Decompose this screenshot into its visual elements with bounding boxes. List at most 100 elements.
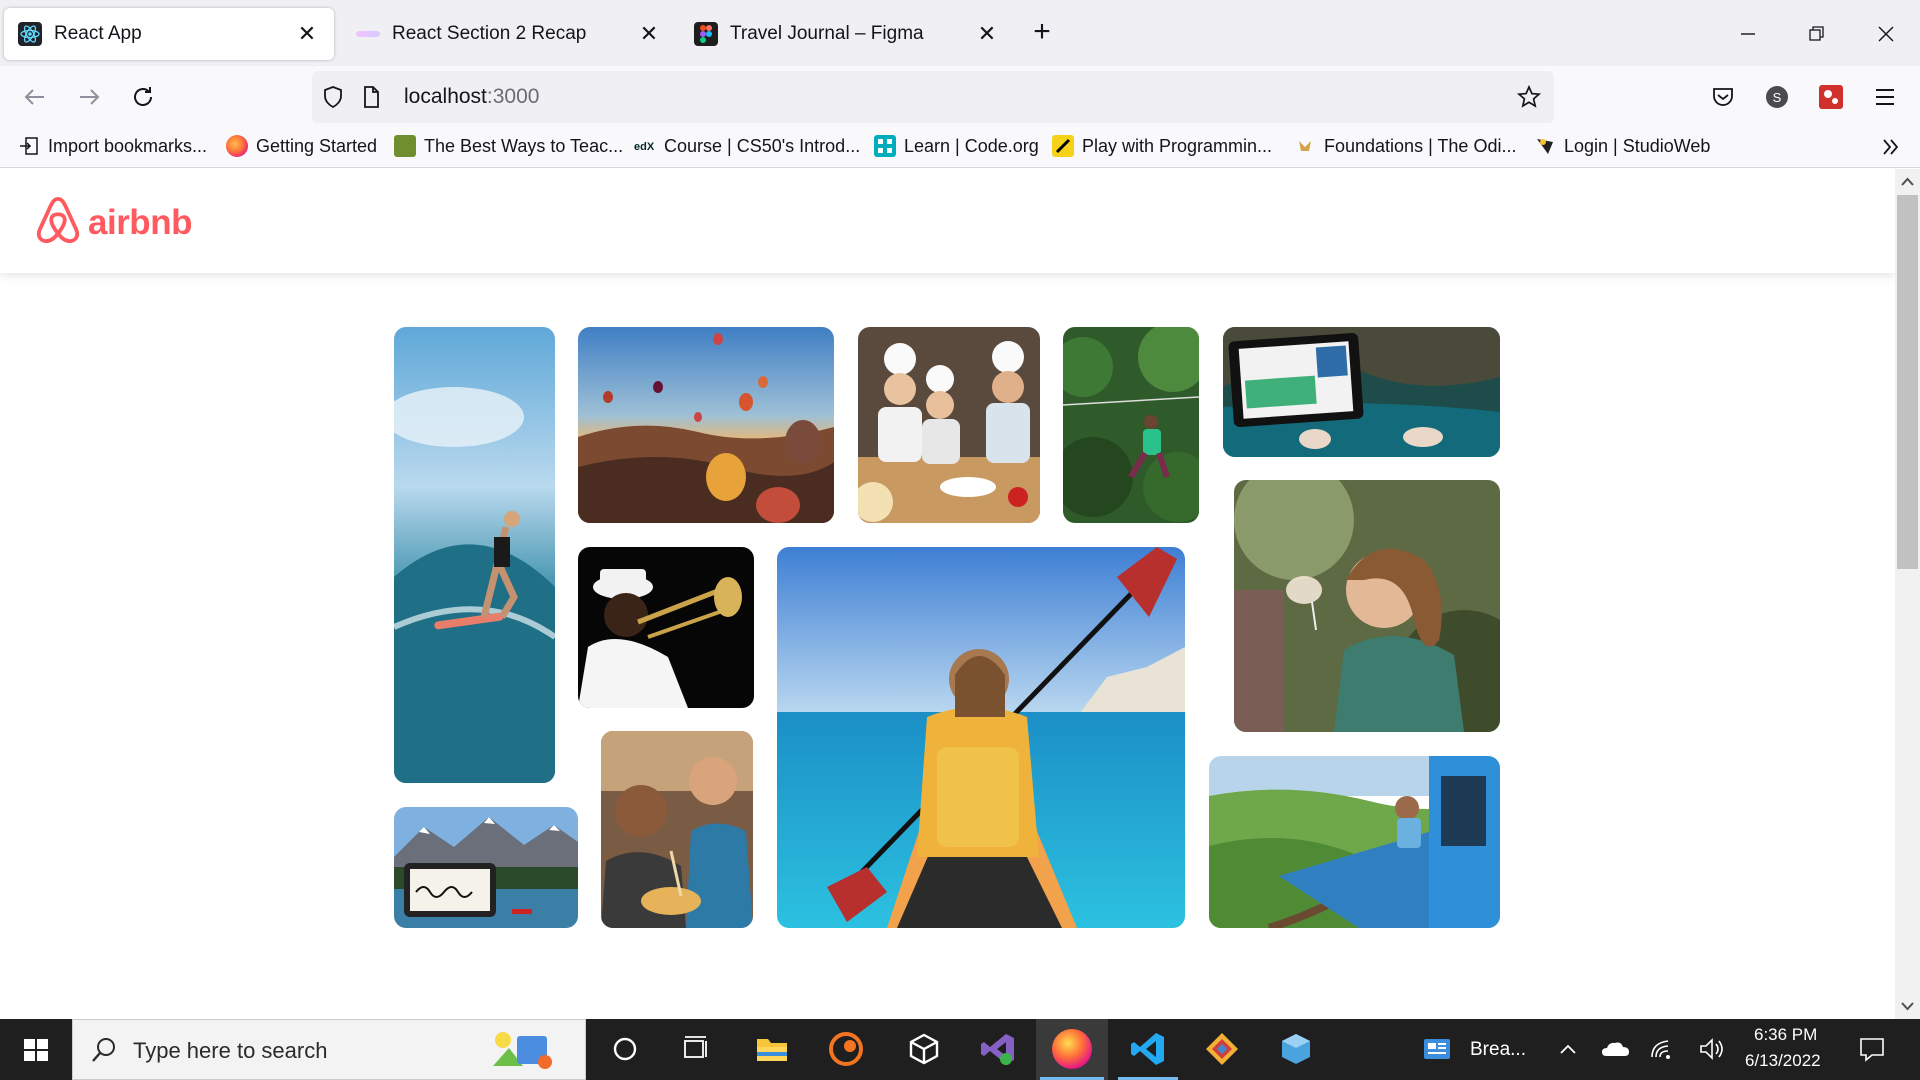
scrimba-icon — [356, 31, 380, 37]
page-scrollbar[interactable] — [1895, 169, 1920, 1019]
photo-hot-air-balloons — [578, 327, 834, 523]
svg-text:S: S — [1773, 90, 1782, 105]
unity-icon[interactable] — [904, 1029, 944, 1069]
photo-mountain-lake-signature — [394, 807, 578, 928]
bookmark-studioweb[interactable]: Login | StudioWeb — [1534, 135, 1710, 157]
photo-surfer — [394, 327, 555, 783]
brand-name: airbnb — [88, 202, 192, 242]
news-widget-icon[interactable] — [1422, 1029, 1452, 1069]
menu-icon[interactable] — [1866, 78, 1904, 116]
bookmark-label: Getting Started — [256, 135, 378, 156]
search-icon — [89, 1035, 119, 1070]
bookmark-best-ways[interactable]: The Best Ways to Teac... — [394, 135, 623, 157]
minimize-button[interactable] — [1728, 14, 1768, 54]
task-view-icon[interactable] — [676, 1029, 716, 1069]
bookmark-label: Course | CS50's Introd... — [664, 135, 861, 156]
forward-icon[interactable] — [70, 78, 108, 116]
taskbar-search-box[interactable]: Type here to search — [72, 1019, 586, 1080]
account-avatar-icon[interactable]: S — [1758, 78, 1796, 116]
page-viewport: airbnb — [0, 169, 1895, 1019]
photo-train-through-hills — [1209, 756, 1500, 928]
search-placeholder: Type here to search — [133, 1038, 328, 1063]
close-icon[interactable]: ✕ — [294, 21, 320, 47]
bookmark-label: Import bookmarks... — [48, 135, 208, 156]
react-icon — [18, 22, 42, 46]
bookmark-label: Learn | Code.org — [904, 135, 1039, 156]
tab-figma[interactable]: Travel Journal – Figma ✕ — [680, 8, 1014, 60]
scroll-thumb[interactable] — [1897, 195, 1918, 569]
navigation-toolbar: localhost:3000 S — [0, 66, 1920, 128]
photo-musician-trombone — [578, 547, 754, 708]
tab-react-section-recap[interactable]: React Section 2 Recap ✕ — [342, 8, 676, 60]
news-widget-label[interactable]: Brea... — [1470, 1039, 1526, 1061]
bookmark-label: Play with Programmin... — [1082, 135, 1273, 156]
photo-friends-eating-noodles — [601, 731, 753, 928]
bookmark-label: Foundations | The Odi... — [1324, 135, 1517, 156]
tab-bar: React App ✕ React Section 2 Recap ✕ Trav… — [0, 0, 1920, 66]
windows-start-icon[interactable] — [0, 1019, 72, 1080]
close-icon[interactable]: ✕ — [974, 21, 1000, 47]
photo-kayak — [777, 547, 1185, 928]
crunchyroll-icon[interactable] — [826, 1029, 866, 1069]
visual-studio-icon[interactable] — [978, 1029, 1018, 1069]
firefox-taskbar-icon[interactable] — [1052, 1029, 1092, 1069]
new-tab-button[interactable]: + — [1024, 15, 1060, 51]
notification-center-icon[interactable] — [1852, 1029, 1892, 1069]
airbnb-belo-icon — [34, 195, 82, 250]
windows-taskbar: Type here to search Brea... 6:36 PM 6/13… — [0, 1019, 1920, 1080]
bookmark-odin[interactable]: Foundations | The Odi... — [1294, 135, 1516, 157]
airbnb-logo[interactable]: airbnb — [34, 195, 192, 250]
app-navbar: airbnb — [0, 169, 1895, 273]
reload-icon[interactable] — [124, 78, 162, 116]
bookmark-play-programming[interactable]: Play with Programmin... — [1052, 135, 1272, 157]
clock-time[interactable]: 6:36 PM — [1754, 1025, 1817, 1045]
tab-title: React Section 2 Recap — [392, 23, 587, 44]
import-icon — [18, 135, 40, 157]
pencil-icon — [1052, 135, 1074, 157]
codeorg-icon — [874, 135, 896, 157]
pocket-icon[interactable] — [1704, 78, 1742, 116]
bookmark-codeorg[interactable]: Learn | Code.org — [874, 135, 1039, 157]
bookmarks-toolbar: Import bookmarks... Getting Started The … — [0, 128, 1920, 168]
wifi-icon[interactable] — [1644, 1029, 1684, 1069]
bookmark-import[interactable]: Import bookmarks... — [18, 135, 207, 157]
restore-button[interactable] — [1796, 14, 1836, 54]
clock-date[interactable]: 6/13/2022 — [1745, 1051, 1821, 1071]
bookmark-cs50[interactable]: edX Course | CS50's Introd... — [634, 135, 860, 157]
vscode-icon[interactable] — [1128, 1029, 1168, 1069]
close-icon[interactable]: ✕ — [636, 21, 662, 47]
file-explorer-icon[interactable] — [752, 1029, 792, 1069]
firefox-icon — [226, 135, 248, 157]
svg-text:edX: edX — [634, 141, 655, 153]
url-port: :3000 — [486, 85, 540, 108]
git-tool-icon[interactable] — [1202, 1029, 1242, 1069]
bookmarks-overflow-icon[interactable] — [1878, 134, 1904, 160]
shield-icon[interactable] — [320, 84, 346, 110]
photo-kids-cooking — [858, 327, 1040, 523]
scroll-down-arrow-icon[interactable] — [1895, 995, 1920, 1017]
figma-icon — [694, 22, 718, 46]
url-text[interactable]: localhost:3000 — [404, 85, 539, 109]
virtualbox-icon[interactable] — [1276, 1029, 1316, 1069]
photo-zipline-forest — [1063, 327, 1199, 523]
bookmark-label: The Best Ways to Teac... — [424, 135, 624, 156]
bookmark-site-icon — [394, 135, 416, 157]
back-icon[interactable] — [16, 78, 54, 116]
star-icon[interactable] — [1516, 84, 1542, 110]
volume-icon[interactable] — [1692, 1029, 1732, 1069]
scroll-up-arrow-icon[interactable] — [1895, 171, 1920, 193]
bookmark-getting-started[interactable]: Getting Started — [226, 135, 377, 157]
odin-icon — [1294, 135, 1316, 157]
onedrive-icon[interactable] — [1596, 1029, 1636, 1069]
tab-title: Travel Journal – Figma — [730, 23, 924, 44]
extension-icon[interactable] — [1812, 78, 1850, 116]
url-host: localhost — [404, 85, 487, 108]
address-bar[interactable]: localhost:3000 — [312, 71, 1554, 123]
page-icon[interactable] — [358, 84, 384, 110]
close-window-button[interactable] — [1866, 14, 1906, 54]
cortana-icon[interactable] — [605, 1029, 645, 1069]
tab-react-app[interactable]: React App ✕ — [4, 8, 334, 60]
photo-tablet-by-water — [1223, 327, 1500, 457]
photo-wine-tasting — [1234, 480, 1500, 732]
chevron-up-icon[interactable] — [1548, 1029, 1588, 1069]
